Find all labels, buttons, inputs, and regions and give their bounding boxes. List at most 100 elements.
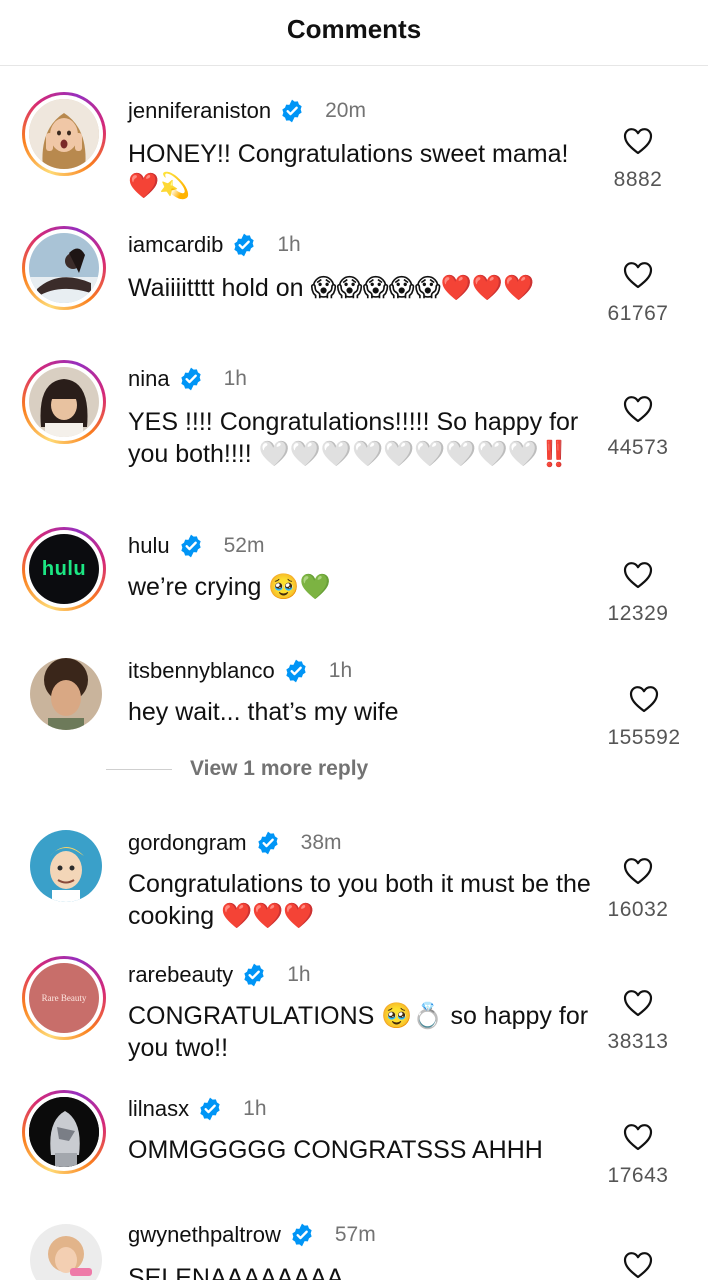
avatar-story-ring[interactable]: Rare Beauty	[22, 956, 106, 1040]
comment-item: gordongram 38m Congratulations to you bo…	[0, 826, 708, 946]
like-control: 8882	[598, 126, 678, 192]
comment-time: 38m	[300, 831, 342, 854]
comment-time: 1h	[287, 963, 311, 986]
rare-beauty-logo-avatar: Rare Beauty	[29, 963, 99, 1033]
heart-outline-icon[interactable]	[622, 1122, 654, 1152]
comment-item: gwynethpaltrow 57m SELENAAAAAAAA	[0, 1216, 708, 1280]
comment-item: iamcardib 1h Waiiiitttt hold on 😱😱😱😱😱❤️❤…	[0, 226, 708, 346]
comment-item: Rare Beauty rarebeauty 1h CONGRATULATION…	[0, 956, 708, 1076]
like-count: 44573	[607, 436, 669, 459]
like-control: 44573	[598, 394, 678, 460]
comment-meta: nina 1h	[128, 362, 247, 396]
avatar-photo	[29, 233, 99, 303]
avatar	[29, 99, 99, 169]
verified-badge-icon	[286, 659, 306, 683]
verified-badge-icon	[180, 534, 201, 558]
avatar[interactable]	[30, 1224, 102, 1280]
comment-time: 1h	[243, 1097, 267, 1120]
username[interactable]: rarebeauty	[128, 962, 233, 988]
heart-outline-icon[interactable]	[622, 988, 654, 1018]
heart-outline-icon[interactable]	[622, 260, 654, 290]
avatar-story-ring[interactable]	[22, 1090, 106, 1174]
verified-badge-icon	[180, 367, 201, 391]
username[interactable]: hulu	[128, 533, 170, 559]
username[interactable]: lilnasx	[128, 1096, 189, 1122]
comment-item: itsbennyblanco 1h hey wait... that’s my …	[0, 654, 708, 754]
avatar-photo	[30, 658, 102, 730]
comment-text: CONGRATULATIONS 🥹💍 so happy for you two!…	[128, 1002, 589, 1062]
heart-outline-icon[interactable]	[622, 126, 654, 156]
heart-outline-icon[interactable]	[622, 560, 654, 590]
username[interactable]: jenniferaniston	[128, 98, 271, 124]
heart-outline-icon[interactable]	[628, 684, 660, 714]
username[interactable]: gordongram	[128, 830, 247, 856]
comment-time: 57m	[334, 1223, 376, 1246]
avatar[interactable]	[30, 658, 102, 730]
username[interactable]: iamcardib	[128, 232, 223, 258]
avatar-story-ring[interactable]	[22, 360, 106, 444]
avatar-photo	[30, 830, 102, 902]
comment-meta: lilnasx 1h	[128, 1092, 267, 1126]
username[interactable]: itsbennyblanco	[128, 658, 275, 684]
comment-meta: iamcardib 1h	[128, 228, 301, 262]
like-count: 38313	[607, 1030, 669, 1053]
comment-text: SELENAAAAAAAA	[128, 1264, 344, 1280]
comment-time: 20m	[325, 99, 366, 122]
comment-meta: itsbennyblanco 1h	[128, 654, 352, 688]
comment-time: 1h	[277, 233, 301, 256]
username[interactable]: gwynethpaltrow	[128, 1222, 281, 1248]
heart-outline-icon[interactable]	[622, 1250, 654, 1280]
like-count: 8882	[613, 168, 663, 191]
comment-item: lilnasx 1h OMMGGGGG CONGRATSSS AHHH 1764…	[0, 1090, 708, 1200]
comment-time: 52m	[223, 534, 265, 557]
comment-meta: gordongram 38m	[128, 826, 342, 860]
comment-text: Waiiiitttt hold on 😱😱😱😱😱❤️❤️❤️	[128, 274, 535, 302]
verified-badge-icon	[234, 233, 255, 257]
avatar-story-ring[interactable]	[22, 92, 106, 176]
view-replies-link[interactable]: View 1 more reply	[106, 757, 368, 781]
comment-meta: jenniferaniston 20m	[128, 94, 366, 128]
avatar-story-ring[interactable]	[22, 226, 106, 310]
like-count: 17643	[607, 1164, 669, 1187]
comment-text: hey wait... that’s my wife	[128, 698, 399, 726]
verified-badge-icon	[244, 963, 264, 987]
view-replies-label: View 1 more reply	[190, 757, 369, 780]
username[interactable]: nina	[128, 366, 170, 392]
comment-text: OMMGGGGG CONGRATSSS AHHH	[128, 1136, 543, 1164]
comment-time: 1h	[328, 659, 353, 682]
avatar-photo	[29, 367, 99, 437]
comment-text: we’re crying 🥹💚	[128, 573, 331, 601]
page-title: Comments	[286, 14, 422, 44]
verified-badge-icon	[282, 99, 302, 123]
heart-outline-icon[interactable]	[622, 394, 654, 424]
avatar	[29, 1097, 99, 1167]
hulu-logo-avatar: hulu	[29, 534, 99, 604]
avatar-photo	[29, 1097, 99, 1167]
reply-divider-line	[106, 768, 172, 770]
like-count: 16032	[607, 898, 669, 921]
comment-item: hulu hulu 52m we’re crying 🥹💚 12329	[0, 527, 708, 637]
avatar-photo	[29, 99, 99, 169]
heart-outline-icon[interactable]	[622, 856, 654, 886]
comment-meta: hulu 52m	[128, 529, 264, 563]
comment-text: YES !!!! Congratulations!!!!! So happy f…	[128, 408, 579, 468]
hulu-logo: hulu	[41, 557, 87, 580]
like-count: 12329	[607, 602, 669, 625]
like-control: 17643	[598, 1122, 678, 1188]
comments-header: Comments	[0, 0, 708, 66]
like-control	[598, 1250, 678, 1280]
like-control: 16032	[598, 856, 678, 922]
like-control: 61767	[598, 260, 678, 326]
verified-badge-icon	[292, 1223, 312, 1247]
avatar	[29, 367, 99, 437]
avatar-story-ring[interactable]: hulu	[22, 527, 106, 611]
avatar	[29, 233, 99, 303]
like-control: 38313	[598, 988, 678, 1054]
comment-text: Congratulations to you both it must be t…	[128, 870, 591, 930]
comment-text: HONEY!! Congratulations sweet mama! ❤️💫	[128, 140, 569, 200]
avatar[interactable]	[30, 830, 102, 902]
comment-item: nina 1h YES !!!! Congratulations!!!!! So…	[0, 360, 708, 510]
comment-meta: gwynethpaltrow 57m	[128, 1218, 376, 1252]
verified-badge-icon	[200, 1097, 220, 1121]
comment-item: jenniferaniston 20m HONEY!! Congratulati…	[0, 92, 708, 212]
